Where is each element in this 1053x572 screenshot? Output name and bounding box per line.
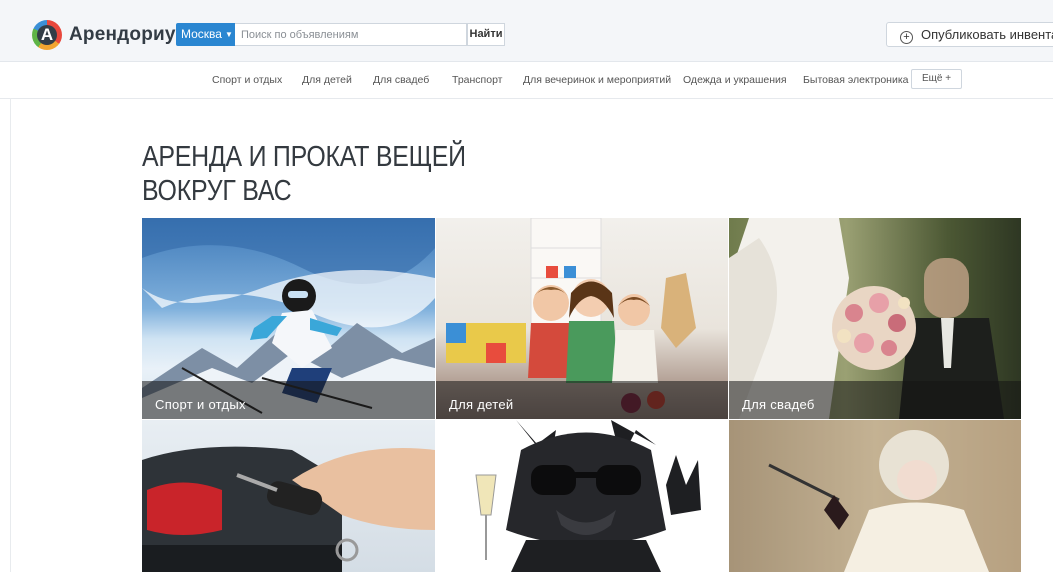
category-nav: Спорт и отдых Для детей Для свадеб Транс… xyxy=(0,62,1053,99)
category-tile-party[interactable] xyxy=(436,420,728,572)
tile-caption-label: Спорт и отдых xyxy=(155,397,246,412)
lady-illustration xyxy=(729,420,1021,572)
category-tile-kids[interactable]: Для детей xyxy=(436,218,728,419)
search-input[interactable] xyxy=(235,23,467,46)
page-title: АРЕНДА И ПРОКАТ ВЕЩЕЙ ВОКРУГ ВАС xyxy=(142,140,466,208)
publish-inventory-button[interactable]: + Опубликовать инвентарь xyxy=(886,22,1053,47)
logo-icon[interactable]: А xyxy=(32,20,62,50)
search-button[interactable]: Найти xyxy=(467,23,505,46)
tile-caption: Спорт и отдых xyxy=(142,381,435,419)
tile-caption-label: Для детей xyxy=(449,397,514,412)
plus-circle-icon: + xyxy=(900,31,913,44)
page-left-border xyxy=(10,98,11,572)
page-title-line-1: АРЕНДА И ПРОКАТ ВЕЩЕЙ xyxy=(142,141,466,173)
tile-caption: Для свадеб xyxy=(729,381,1021,419)
publish-label: Опубликовать инвентарь xyxy=(921,27,1053,42)
category-tile-transport[interactable] xyxy=(142,420,435,572)
nav-item-sport[interactable]: Спорт и отдых xyxy=(212,74,282,86)
top-header: А Арендориум Москва▼ Найти + Опубликовать… xyxy=(0,0,1053,62)
nav-item-clothes[interactable]: Одежда и украшения xyxy=(683,74,787,86)
city-select[interactable]: Москва ▼ xyxy=(176,23,235,46)
more-categories-button[interactable]: Ещё + xyxy=(911,69,962,89)
tile-caption: Для детей xyxy=(436,381,728,419)
logo-letter: А xyxy=(40,25,54,44)
nav-item-party[interactable]: Для вечеринок и мероприятий xyxy=(523,74,671,86)
city-label: Москва xyxy=(181,27,222,41)
nav-item-electronics[interactable]: Бытовая электроника xyxy=(803,74,909,86)
category-tile-sport[interactable]: Спорт и отдых xyxy=(142,218,435,419)
nav-item-transport[interactable]: Транспорт xyxy=(452,74,503,86)
nav-item-wedding[interactable]: Для свадеб xyxy=(373,74,429,86)
tile-caption-label: Для свадеб xyxy=(742,397,815,412)
category-tile-wedding[interactable]: Для свадеб xyxy=(729,218,1021,419)
category-tile-clothes[interactable] xyxy=(729,420,1021,572)
dog-illustration xyxy=(475,420,701,572)
logo-text[interactable]: Арендориум xyxy=(69,24,190,46)
page-title-line-2: ВОКРУГ ВАС xyxy=(142,175,292,207)
nav-item-kids[interactable]: Для детей xyxy=(302,74,352,86)
car-key-illustration xyxy=(142,446,435,572)
caret-down-icon: ▼ xyxy=(224,30,233,39)
